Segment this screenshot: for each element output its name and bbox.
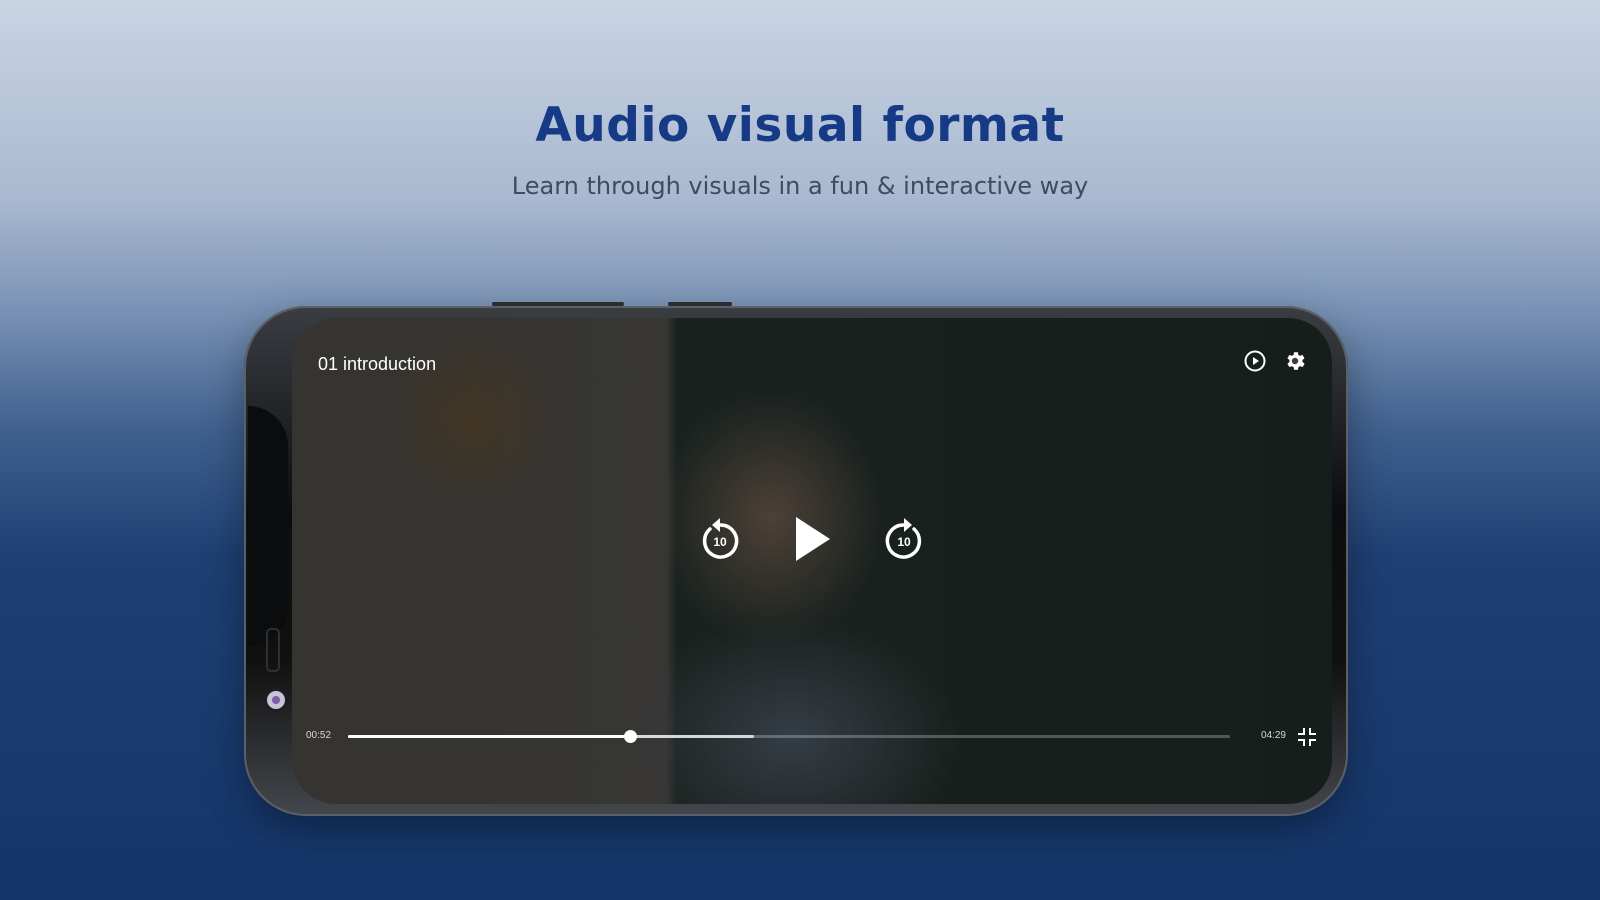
rewind-10-icon[interactable]: 10 — [696, 515, 744, 563]
seek-thumb[interactable] — [624, 730, 638, 743]
top-controls — [1242, 348, 1308, 374]
seek-bar-row: 00:52 04:29 — [306, 726, 1318, 746]
seek-bar[interactable] — [348, 730, 1230, 743]
player-overlay: 01 introduction 10 10 00:52 04:29 — [292, 318, 1332, 804]
played-bar — [348, 735, 631, 738]
video-player[interactable]: 01 introduction 10 10 00:52 04:29 — [292, 318, 1332, 804]
phone-notch — [248, 406, 288, 712]
headline: Audio visual format — [535, 98, 1065, 153]
video-title: 01 introduction — [318, 354, 437, 374]
front-camera — [264, 688, 288, 712]
exit-fullscreen-icon[interactable] — [1296, 726, 1318, 748]
playback-speed-icon[interactable] — [1242, 348, 1268, 374]
forward-10-icon[interactable]: 10 — [880, 515, 928, 563]
phone-mockup: 01 introduction 10 10 00:52 04:29 — [244, 302, 1348, 816]
rewind-seconds: 10 — [713, 535, 727, 549]
gear-icon[interactable] — [1282, 348, 1308, 374]
forward-seconds: 10 — [897, 535, 911, 549]
subline: Learn through visuals in a fun & interac… — [511, 172, 1089, 200]
phone-power-button — [668, 302, 732, 306]
play-icon[interactable] — [790, 514, 834, 564]
playback-controls: 10 10 — [292, 514, 1332, 564]
current-time: 00:52 — [306, 730, 332, 741]
phone-volume-button — [492, 302, 624, 306]
speaker-grill — [266, 628, 280, 672]
duration: 04:29 — [1260, 730, 1286, 741]
